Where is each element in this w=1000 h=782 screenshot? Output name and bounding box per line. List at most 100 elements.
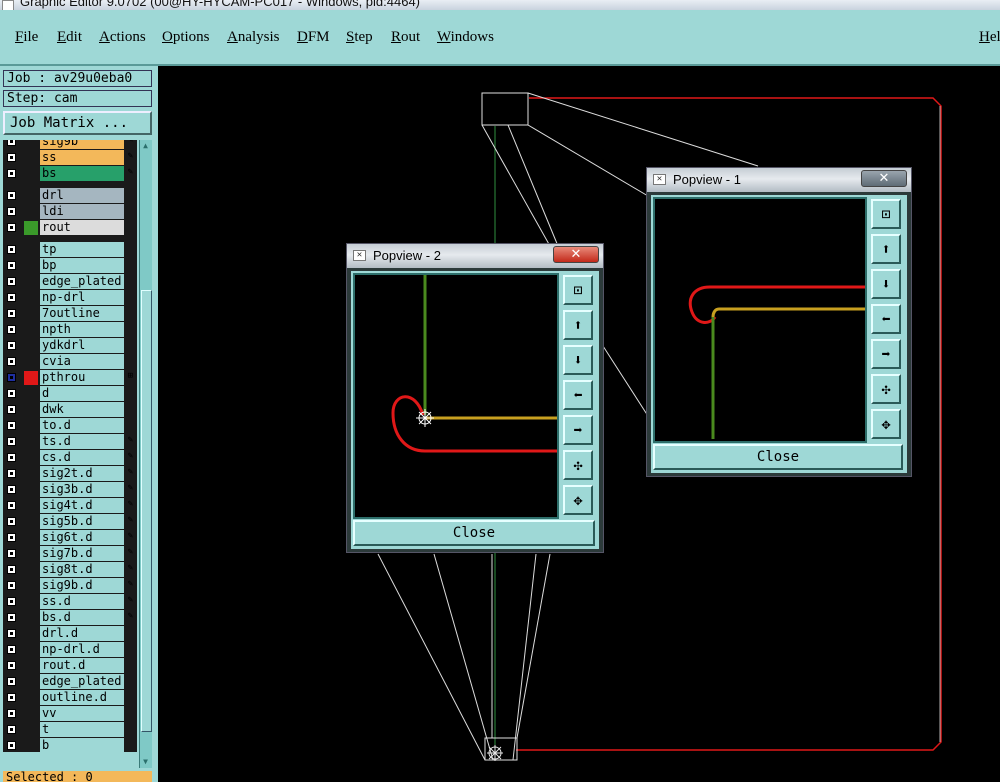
layer-row[interactable]: sig6t.d ✎ <box>3 530 137 546</box>
layer-color-swatch[interactable] <box>24 467 38 481</box>
layer-row[interactable]: outline.d <box>3 690 137 706</box>
layer-row[interactable]: bs.d ✎ <box>3 610 137 626</box>
layer-checkbox[interactable] <box>7 341 16 350</box>
layer-row[interactable]: npth <box>3 322 137 338</box>
layer-checkbox[interactable] <box>7 277 16 286</box>
popview-2-window[interactable]: ✕ Popview - 2 ✕ ⊡ ⬆ ⬇ ⬅ ➡ ✣ ✥ Close <box>346 243 604 553</box>
layer-color-swatch[interactable] <box>24 387 38 401</box>
pan-up-icon[interactable]: ⬆ <box>563 310 593 340</box>
layer-name[interactable]: rout <box>40 220 124 235</box>
menu-edit[interactable]: Edit <box>57 29 82 46</box>
layer-checkbox[interactable] <box>7 325 16 334</box>
layer-checkbox[interactable] <box>7 709 16 718</box>
layer-color-swatch[interactable] <box>24 151 38 165</box>
layer-color-swatch[interactable] <box>24 355 38 369</box>
layer-row[interactable]: bs ✎ <box>3 166 137 182</box>
layer-name[interactable]: tp <box>40 242 124 257</box>
layer-checkbox[interactable] <box>7 389 16 398</box>
scroll-down-icon[interactable]: ▼ <box>141 757 150 767</box>
layer-checkbox[interactable] <box>7 373 16 382</box>
layer-checkbox[interactable] <box>7 309 16 318</box>
layer-color-swatch[interactable] <box>24 643 38 657</box>
layer-checkbox[interactable] <box>7 661 16 670</box>
pan-right-icon[interactable]: ➡ <box>871 339 901 369</box>
layer-checkbox[interactable] <box>7 357 16 366</box>
layer-color-swatch[interactable] <box>24 167 38 181</box>
menu-options[interactable]: Options <box>162 29 210 46</box>
layer-name[interactable]: np-drl.d <box>40 642 124 657</box>
layer-checkbox[interactable] <box>7 453 16 462</box>
layer-checkbox[interactable] <box>7 533 16 542</box>
layer-name[interactable]: edge_plated <box>40 674 124 689</box>
layer-color-swatch[interactable] <box>24 291 38 305</box>
menu-windows[interactable]: Windows <box>437 29 494 46</box>
layer-color-swatch[interactable] <box>24 275 38 289</box>
layer-color-swatch[interactable] <box>24 595 38 609</box>
layer-name[interactable]: ss.d <box>40 594 124 609</box>
layer-checkbox[interactable] <box>7 261 16 270</box>
layer-checkbox[interactable] <box>7 169 16 178</box>
job-matrix-button[interactable]: Job Matrix ... <box>3 111 152 135</box>
layer-color-swatch[interactable] <box>24 483 38 497</box>
layer-color-swatch[interactable] <box>24 547 38 561</box>
popview-2-close-button[interactable]: Close <box>353 520 595 546</box>
layer-name[interactable]: ydkdrl <box>40 338 124 353</box>
layer-color-swatch[interactable] <box>24 189 38 203</box>
scroll-up-icon[interactable]: ▲ <box>141 141 150 151</box>
layer-name[interactable]: sig3b.d <box>40 482 124 497</box>
layer-name[interactable]: vv <box>40 706 124 721</box>
layer-checkbox[interactable] <box>7 421 16 430</box>
layer-row[interactable]: sig8t.d ✎ <box>3 562 137 578</box>
layer-color-swatch[interactable] <box>24 675 38 689</box>
layer-color-swatch[interactable] <box>24 531 38 545</box>
layer-color-swatch[interactable] <box>24 435 38 449</box>
layer-row[interactable]: tp <box>3 242 137 258</box>
layer-checkbox[interactable] <box>7 223 16 232</box>
menu-help[interactable]: Hel <box>979 29 1000 46</box>
layer-checkbox[interactable] <box>7 629 16 638</box>
popview-1-close-icon[interactable]: ✕ <box>861 170 907 187</box>
layer-row[interactable]: d <box>3 386 137 402</box>
layer-checkbox[interactable] <box>7 207 16 216</box>
layer-color-swatch[interactable] <box>24 419 38 433</box>
layer-color-swatch[interactable] <box>24 739 38 752</box>
layer-name[interactable]: pthrou <box>40 370 124 385</box>
layer-checkbox[interactable] <box>7 693 16 702</box>
layer-checkbox[interactable] <box>7 597 16 606</box>
layer-row[interactable]: rout.d <box>3 658 137 674</box>
pan-down-icon[interactable]: ⬇ <box>563 345 593 375</box>
layer-row[interactable]: np-drl <box>3 290 137 306</box>
layer-name[interactable]: rout.d <box>40 658 124 673</box>
layer-row[interactable]: t <box>3 722 137 738</box>
layer-checkbox[interactable] <box>7 293 16 302</box>
layer-scrollbar[interactable]: ▲ ▼ <box>139 140 152 768</box>
layer-name[interactable]: npth <box>40 322 124 337</box>
zoom-home-icon[interactable]: ⊡ <box>563 275 593 305</box>
layer-name[interactable]: b <box>40 738 124 752</box>
layer-row[interactable]: edge_plated <box>3 674 137 690</box>
layer-color-swatch[interactable] <box>24 691 38 705</box>
layer-name[interactable]: to.d <box>40 418 124 433</box>
layer-color-swatch[interactable] <box>24 323 38 337</box>
layer-color-swatch[interactable] <box>24 707 38 721</box>
layer-color-swatch[interactable] <box>24 563 38 577</box>
zoom-in-icon[interactable]: ✣ <box>871 374 901 404</box>
layer-color-swatch[interactable] <box>24 205 38 219</box>
layer-color-swatch[interactable] <box>24 627 38 641</box>
layer-row[interactable]: sig9b.d ✎ <box>3 578 137 594</box>
layer-name[interactable]: drl <box>40 188 124 203</box>
layer-checkbox[interactable] <box>7 613 16 622</box>
layer-color-swatch[interactable] <box>24 221 38 235</box>
popview-2-close-icon[interactable]: ✕ <box>553 246 599 263</box>
layer-row[interactable]: b <box>3 738 137 752</box>
layer-name[interactable]: edge_plated <box>40 274 124 289</box>
layer-row[interactable]: drl <box>3 188 137 204</box>
zoom-in-icon[interactable]: ✣ <box>563 450 593 480</box>
layer-name[interactable]: sig2t.d <box>40 466 124 481</box>
layer-name[interactable]: sig4t.d <box>40 498 124 513</box>
layer-checkbox[interactable] <box>7 741 16 750</box>
layer-row[interactable]: edge_plated <box>3 274 137 290</box>
layer-checkbox[interactable] <box>7 469 16 478</box>
layer-color-swatch[interactable] <box>24 140 38 149</box>
layer-row[interactable]: sig7b.d ✎ <box>3 546 137 562</box>
